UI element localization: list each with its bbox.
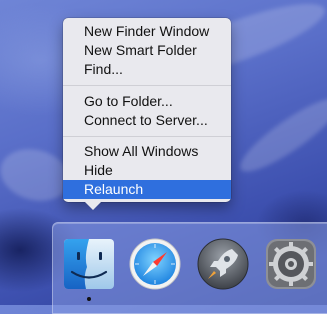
menu-item-go-to-folder[interactable]: Go to Folder...	[63, 92, 231, 111]
finder-icon[interactable]	[62, 237, 116, 291]
menu-separator	[63, 136, 231, 137]
launchpad-icon[interactable]	[196, 237, 250, 291]
menu-pointer	[85, 202, 101, 210]
safari-icon[interactable]	[128, 237, 182, 291]
menu-separator	[63, 85, 231, 86]
menu-item-show-all-windows[interactable]: Show All Windows	[63, 142, 231, 161]
menu-item-new-smart-folder[interactable]: New Smart Folder	[63, 41, 231, 60]
menu-item-new-finder-window[interactable]: New Finder Window	[63, 22, 231, 41]
menu-item-connect-to-server[interactable]: Connect to Server...	[63, 111, 231, 130]
menu-item-relaunch[interactable]: Relaunch	[63, 180, 231, 199]
system-preferences-icon[interactable]	[264, 237, 318, 291]
running-indicator	[87, 297, 91, 301]
menu-item-hide[interactable]: Hide	[63, 161, 231, 180]
menu-item-find[interactable]: Find...	[63, 60, 231, 79]
dock-context-menu: New Finder Window New Smart Folder Find.…	[63, 18, 231, 210]
